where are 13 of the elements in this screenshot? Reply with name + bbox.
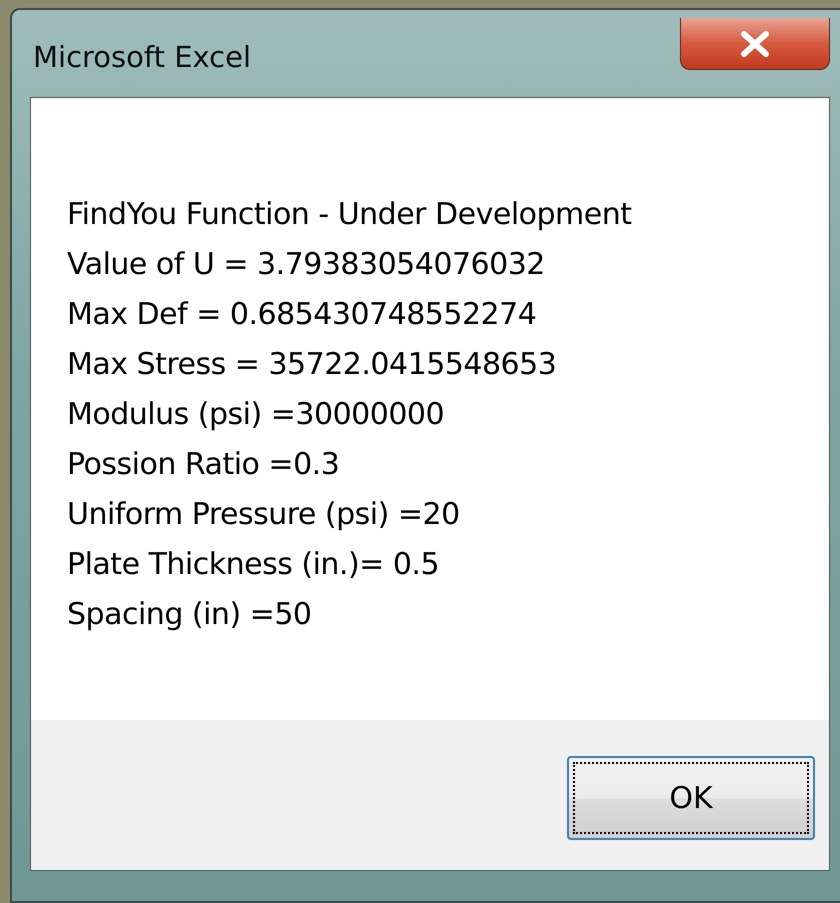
message-line: Modulus (psi) =30000000 bbox=[67, 396, 446, 434]
message-line: Possion Ratio =0.3 bbox=[67, 446, 340, 484]
message-line: Max Def = 0.685430748552274 bbox=[67, 296, 538, 334]
message-line: FindYou Function - Under Development bbox=[67, 196, 633, 234]
message-line: Max Stress = 35722.0415548653 bbox=[67, 346, 558, 384]
message-line: Uniform Pressure (psi) =20 bbox=[67, 496, 461, 534]
message-line: Value of U = 3.79383054076032 bbox=[67, 246, 546, 284]
message-line: Plate Thickness (in.)= 0.5 bbox=[67, 546, 440, 584]
close-icon bbox=[740, 30, 770, 56]
message-line: Spacing (in) =50 bbox=[67, 596, 312, 634]
ok-button[interactable]: OK bbox=[567, 756, 815, 840]
window-title: Microsoft Excel bbox=[33, 40, 252, 74]
close-button[interactable] bbox=[680, 18, 830, 70]
